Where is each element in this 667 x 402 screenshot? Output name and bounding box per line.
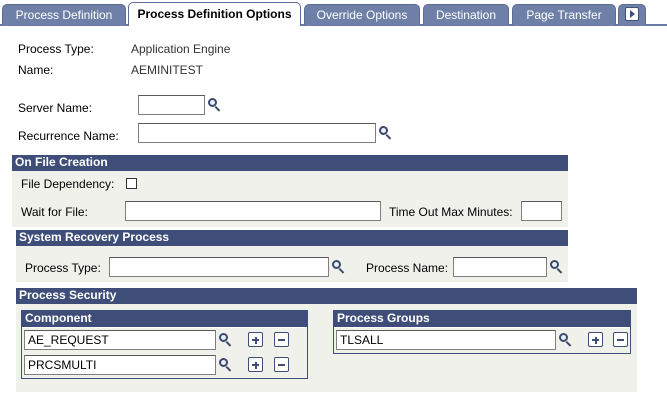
tab-process-definition-options[interactable]: Process Definition Options: [128, 2, 301, 26]
component-row: PRCSMULTI: [22, 353, 307, 378]
file-dependency-label: File Dependency:: [21, 177, 115, 191]
recovery-process-type-lookup-icon[interactable]: [332, 260, 346, 274]
recurrence-name-label: Recurrence Name:: [18, 129, 119, 143]
component-grid: Component AE_REQUEST PRCSMULTI: [21, 310, 308, 379]
timeout-max-minutes-input[interactable]: [521, 201, 562, 221]
component-lookup-icon[interactable]: [219, 358, 233, 372]
server-name-label: Server Name:: [18, 101, 93, 115]
tab-scroll-right[interactable]: [618, 4, 646, 25]
plus-icon[interactable]: [248, 332, 263, 347]
recurrence-name-input[interactable]: [138, 123, 376, 143]
timeout-max-minutes-label: Time Out Max Minutes:: [389, 205, 513, 219]
plus-icon[interactable]: [588, 332, 603, 347]
minus-icon[interactable]: [274, 332, 289, 347]
name-value: AEMINITEST: [131, 63, 204, 77]
recurrence-name-lookup-icon[interactable]: [379, 126, 393, 140]
process-type-label: Process Type:: [18, 42, 94, 56]
component-row: AE_REQUEST: [22, 328, 307, 353]
tab-process-definition[interactable]: Process Definition: [2, 4, 126, 25]
tab-page-transfer[interactable]: Page Transfer: [512, 4, 616, 25]
recovery-process-name-label: Process Name:: [366, 261, 449, 275]
recovery-process-type-label: Process Type:: [25, 261, 101, 275]
process-groups-grid: Process Groups TLSALL: [333, 310, 631, 354]
process-groups-grid-header: Process Groups: [334, 311, 630, 327]
right-arrow-icon: [625, 7, 639, 21]
wait-for-file-input[interactable]: [125, 201, 381, 221]
process-group-lookup-icon[interactable]: [559, 333, 573, 347]
tab-destination[interactable]: Destination: [423, 4, 509, 25]
process-type-value: Application Engine: [131, 42, 231, 56]
tab-bar: Process Definition Process Definition Op…: [0, 0, 667, 26]
component-input[interactable]: PRCSMULTI: [24, 355, 216, 375]
file-dependency-checkbox[interactable]: [126, 178, 137, 189]
recovery-process-name-lookup-icon[interactable]: [550, 260, 564, 274]
name-label: Name:: [18, 63, 54, 77]
component-input[interactable]: AE_REQUEST: [24, 330, 216, 350]
wait-for-file-label: Wait for File:: [21, 205, 88, 219]
plus-icon[interactable]: [248, 357, 263, 372]
component-grid-header: Component: [22, 311, 307, 327]
process-security-header: Process Security: [16, 288, 637, 304]
process-group-input[interactable]: TLSALL: [336, 330, 556, 350]
server-name-lookup-icon[interactable]: [208, 98, 222, 112]
component-lookup-icon[interactable]: [219, 333, 233, 347]
system-recovery-header: System Recovery Process: [16, 230, 568, 246]
process-group-row: TLSALL: [334, 328, 630, 353]
recovery-process-type-input[interactable]: [109, 257, 329, 277]
on-file-creation-header: On File Creation: [12, 155, 568, 171]
server-name-input[interactable]: [138, 95, 205, 115]
minus-icon[interactable]: [613, 332, 628, 347]
tab-override-options[interactable]: Override Options: [304, 4, 420, 25]
minus-icon[interactable]: [274, 357, 289, 372]
recovery-process-name-input[interactable]: [453, 257, 547, 277]
